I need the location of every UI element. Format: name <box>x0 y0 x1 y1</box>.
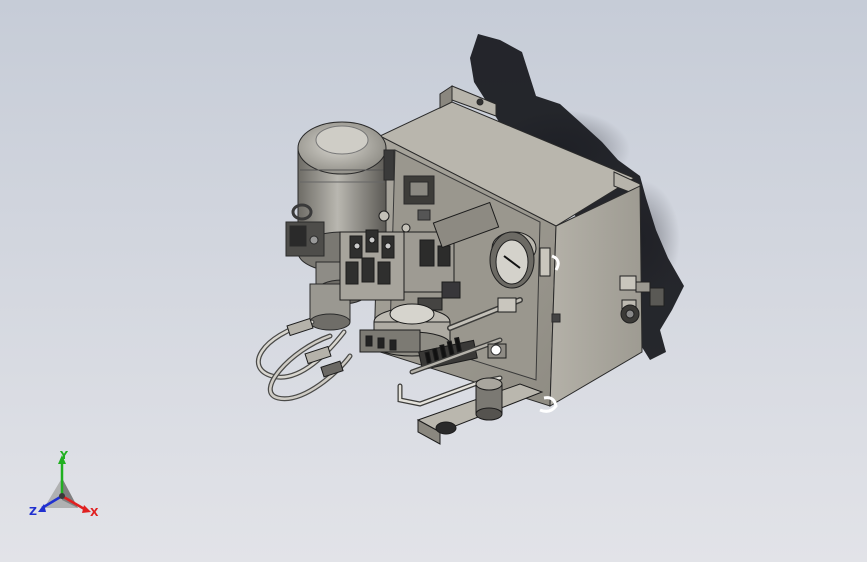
model-render[interactable]: Y X Z <box>0 0 867 562</box>
triad-origin-icon <box>59 493 65 499</box>
orientation-triad[interactable]: Y X Z <box>29 449 99 519</box>
x-axis-label: X <box>90 506 99 519</box>
cad-3d-viewport[interactable]: Y X Z <box>0 0 867 562</box>
y-axis-label: Y <box>59 449 69 462</box>
z-axis-label: Z <box>29 505 37 518</box>
